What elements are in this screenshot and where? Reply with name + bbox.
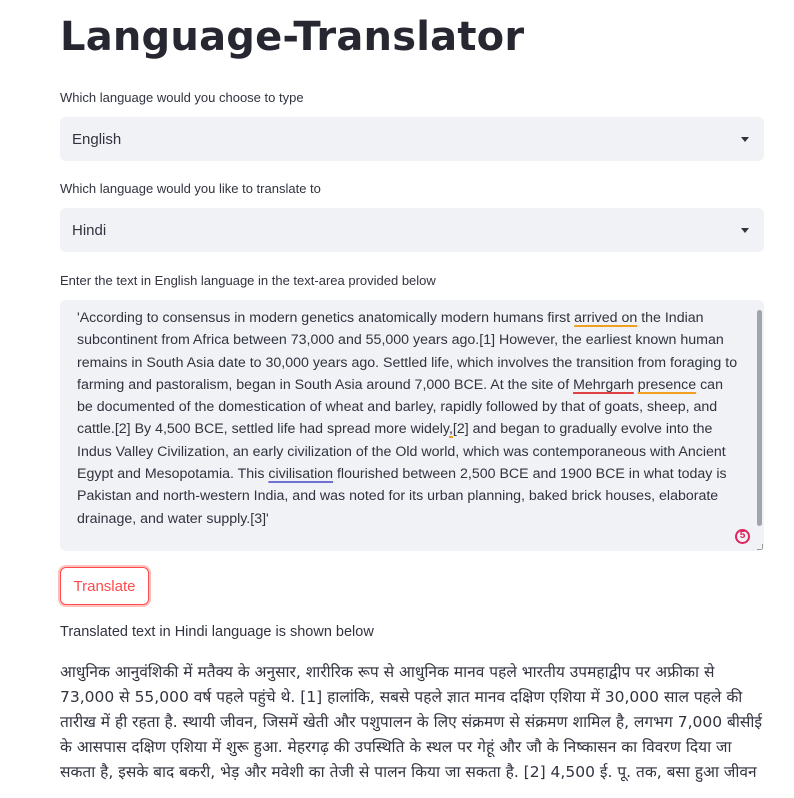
resize-handle-icon[interactable] bbox=[757, 544, 763, 550]
output-label: Translated text in Hindi language is sho… bbox=[60, 624, 374, 640]
target-language-label: Which language would you like to transla… bbox=[60, 181, 321, 196]
spellcheck-underline: Mehrgarh bbox=[573, 376, 634, 393]
grammar-checker-badge[interactable]: 5 bbox=[735, 529, 750, 544]
spellcheck-underline: civilisation bbox=[268, 466, 334, 483]
translated-text: आधुनिक आनुवंशिकी में मतैक्य के अनुसार, श… bbox=[60, 663, 762, 781]
target-language-value: Hindi bbox=[72, 221, 107, 239]
source-language-select[interactable]: English bbox=[60, 117, 764, 161]
text-segment: 'According to consensus in modern geneti… bbox=[77, 310, 575, 326]
translate-button[interactable]: Translate bbox=[60, 567, 149, 605]
spellcheck-underline: arrived on bbox=[574, 310, 638, 326]
target-language-select[interactable]: Hindi bbox=[60, 208, 764, 252]
textarea-scrollbar[interactable] bbox=[757, 310, 762, 526]
page-title: Language-Translator bbox=[60, 14, 525, 60]
input-text: 'According to consensus in modern geneti… bbox=[77, 310, 737, 527]
spellcheck-underline: presence bbox=[637, 376, 697, 393]
chevron-down-icon bbox=[741, 136, 749, 142]
input-text-label: Enter the text in English language in th… bbox=[60, 273, 436, 288]
source-language-label: Which language would you choose to type bbox=[60, 90, 304, 105]
source-language-value: English bbox=[72, 130, 122, 148]
input-textarea[interactable]: 'According to consensus in modern geneti… bbox=[60, 300, 764, 551]
chevron-down-icon bbox=[741, 227, 749, 233]
